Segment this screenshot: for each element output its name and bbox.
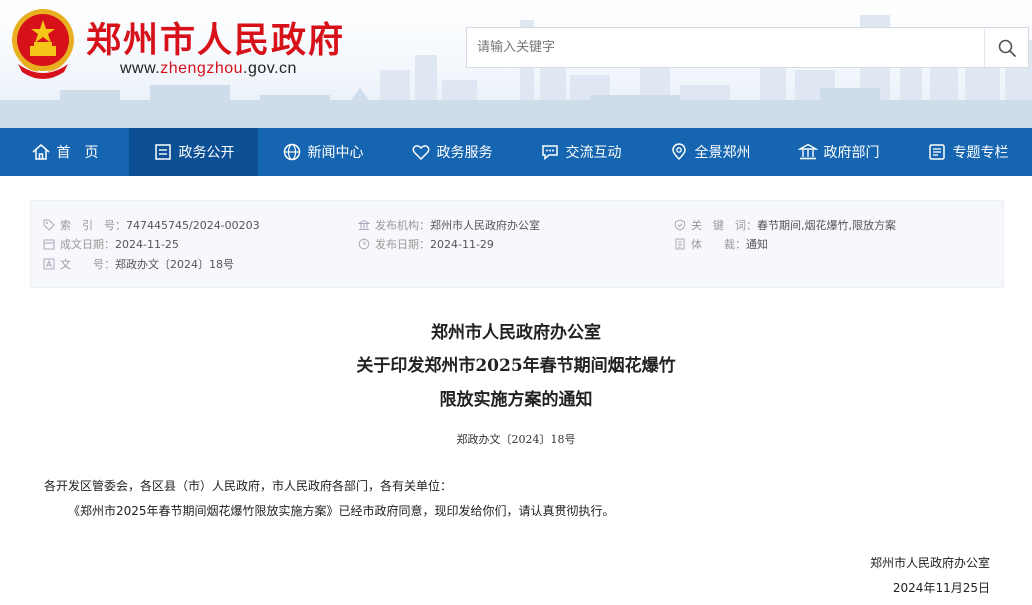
document-salutation: 各开发区管委会，各区县（市）人民政府，市人民政府各部门，各有关单位：	[44, 479, 453, 493]
meta-created-value: 2024-11-25	[115, 237, 179, 251]
main-nav: 首 页 政务公开 新闻中心 政务服务 交流互动 全景郑州 政府部门 专题专栏	[0, 128, 1032, 176]
document-number: 郑政办文〔2024〕18号	[456, 433, 576, 446]
site-header: 郑州市人民政府 www.zhengzhou.gov.cn	[0, 0, 1032, 128]
meta-keywords-value: 春节期间,烟花爆竹,限放方案	[757, 219, 896, 232]
meta-published-key: 发布日期：	[375, 238, 430, 251]
meta-genre-key: 体 裁：	[691, 238, 746, 251]
meta-docno-value: 郑政办文〔2024〕18号	[115, 258, 234, 271]
building-icon	[797, 143, 818, 160]
meta-genre-value: 通知	[746, 238, 768, 251]
document-meta-box: 索 引 号： 747445745/2024-00203 成文日期： 2024-11-…	[30, 200, 1004, 288]
document-date: 2024年11月25日	[892, 581, 990, 595]
shield-icon	[675, 219, 685, 231]
meta-docno-key: 文 号：	[60, 258, 115, 271]
home-icon	[32, 144, 49, 160]
meta-doc-number: 文 号： 郑政办文〔2024〕18号	[43, 256, 234, 272]
nav-item-gov-affairs-open[interactable]: 政务公开	[129, 128, 258, 176]
search-button[interactable]	[984, 28, 1028, 67]
meta-issuer-key: 发布机构：	[375, 219, 430, 232]
calendar-icon	[43, 239, 55, 250]
globe-icon	[283, 143, 300, 161]
nav-label-panorama: 全景郑州	[694, 145, 751, 161]
nav-item-home[interactable]: 首 页	[0, 128, 129, 176]
meta-keywords-key: 关 键 词：	[691, 219, 757, 232]
nav-label-gov-affairs-open: 政务公开	[178, 145, 235, 161]
nav-item-gov-departments[interactable]: 政府部门	[774, 128, 903, 176]
nav-item-panorama[interactable]: 全景郑州	[645, 128, 774, 176]
nav-label-gov-departments: 政府部门	[823, 145, 880, 161]
tag-icon	[43, 219, 55, 231]
list-icon	[928, 144, 945, 160]
meta-published-date: 发布日期： 2024-11-29	[358, 236, 494, 252]
document-title-line-1: 郑州市人民政府办公室	[431, 323, 601, 343]
chat-icon	[541, 145, 558, 161]
map-pin-icon	[671, 143, 686, 161]
meta-published-value: 2024-11-29	[430, 237, 494, 251]
institution-icon	[358, 219, 370, 230]
nav-label-special-topics: 专题专栏	[952, 145, 1009, 161]
site-url[interactable]: www.zhengzhou.gov.cn	[120, 60, 297, 78]
url-brand: zhengzhou	[160, 60, 244, 77]
file-icon	[675, 238, 685, 250]
meta-index-key: 索 引 号：	[60, 219, 126, 232]
search-icon	[998, 39, 1016, 57]
document-icon	[154, 144, 171, 160]
search-input[interactable]	[467, 28, 984, 67]
url-prefix: www.	[120, 60, 161, 77]
document-title-line-2: 关于印发郑州市2025年春节期间烟花爆竹	[356, 356, 676, 376]
nav-label-home: 首 页	[56, 145, 99, 161]
meta-created-key: 成文日期：	[60, 238, 115, 251]
meta-issuer: 发布机构： 郑州市人民政府办公室	[358, 217, 540, 233]
document-signature: 郑州市人民政府办公室	[869, 556, 990, 570]
text-icon	[43, 258, 55, 270]
meta-created-date: 成文日期： 2024-11-25	[43, 236, 179, 252]
meta-index-number: 索 引 号： 747445745/2024-00203	[43, 217, 260, 233]
meta-keywords: 关 键 词： 春节期间,烟花爆竹,限放方案	[674, 217, 896, 233]
document-title-line-3: 限放实施方案的通知	[439, 390, 593, 410]
nav-label-gov-services: 政务服务	[436, 145, 493, 161]
meta-genre: 体 裁： 通知	[674, 236, 768, 252]
national-emblem-logo	[12, 9, 74, 79]
nav-label-news: 新闻中心	[307, 145, 364, 161]
search-box	[466, 27, 1029, 68]
nav-item-special-topics[interactable]: 专题专栏	[903, 128, 1032, 176]
meta-issuer-value: 郑州市人民政府办公室	[430, 219, 540, 232]
site-title[interactable]: 郑州市人民政府	[86, 12, 345, 63]
clock-icon	[358, 238, 370, 250]
nav-item-gov-services[interactable]: 政务服务	[387, 128, 516, 176]
document-body-paragraph: 《郑州市2025年春节期间烟花爆竹限放实施方案》已经市政府同意，现印发给你们，请…	[68, 504, 615, 518]
meta-index-value: 747445745/2024-00203	[126, 218, 260, 232]
nav-item-news[interactable]: 新闻中心	[258, 128, 387, 176]
url-suffix: .gov.cn	[243, 60, 297, 77]
nav-item-interaction[interactable]: 交流互动	[516, 128, 645, 176]
nav-label-interaction: 交流互动	[565, 145, 622, 161]
heart-icon	[412, 145, 429, 161]
